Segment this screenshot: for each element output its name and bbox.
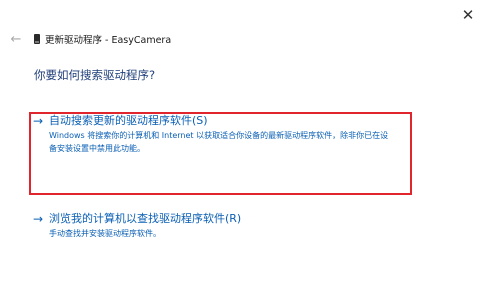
- auto-search-description: Windows 将搜索你的计算机和 Internet 以获取适合你设备的最新驱动…: [49, 131, 389, 153]
- back-arrow-icon: ←: [10, 31, 22, 47]
- browse-computer-label[interactable]: 浏览我的计算机以查找驱动程序软件(R): [49, 211, 241, 227]
- back-button[interactable]: ←: [8, 31, 24, 47]
- arrow-right-icon: →: [33, 114, 44, 128]
- close-icon: ✕: [461, 5, 475, 24]
- auto-search-option[interactable]: → 自动搜索更新的驱动程序软件(S) Windows 将搜索你的计算机和 Int…: [33, 113, 413, 155]
- title-bar: ← 更新驱动程序 - EasyCamera: [8, 30, 481, 48]
- arrow-right-icon: →: [33, 212, 44, 226]
- page-heading: 你要如何搜索驱动程序?: [34, 68, 156, 82]
- device-icon: [34, 34, 40, 44]
- window-title: 更新驱动程序 - EasyCamera: [45, 35, 172, 46]
- browse-computer-description: 手动查找并安装驱动程序软件。: [49, 229, 161, 238]
- close-button[interactable]: ✕: [455, 3, 481, 27]
- browse-computer-option[interactable]: → 浏览我的计算机以查找驱动程序软件(R) 手动查找并安装驱动程序软件。: [33, 211, 413, 240]
- auto-search-label[interactable]: 自动搜索更新的驱动程序软件(S): [49, 113, 208, 129]
